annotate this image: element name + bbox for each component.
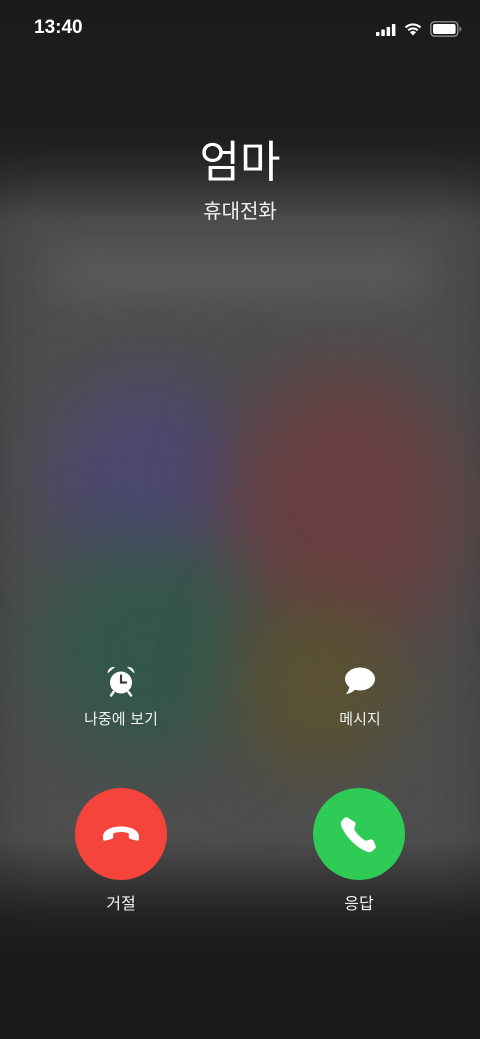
message-bubble-icon	[345, 667, 375, 694]
message-button[interactable]: 메시지	[280, 664, 440, 729]
status-bar: 13:40	[0, 0, 480, 60]
decline-label: 거절	[106, 894, 136, 913]
wifi-icon	[404, 23, 422, 36]
decline-button[interactable]	[75, 788, 167, 880]
phone-hangup-icon	[103, 826, 139, 841]
status-time: 13:40	[34, 17, 83, 38]
alarm-clock-icon	[107, 666, 135, 697]
accept-button[interactable]	[313, 788, 405, 880]
accept-label: 응답	[344, 894, 374, 913]
cellular-signal-icon	[376, 24, 396, 36]
battery-full-icon	[430, 21, 462, 37]
remind-me-button[interactable]: 나중에 보기	[41, 664, 201, 729]
caller-name: 엄마	[199, 137, 281, 188]
incoming-call-screen: 13:40 엄마 휴대전화 나중에 보기 메시지 거절 응답	[0, 0, 480, 1039]
message-label: 메시지	[339, 710, 381, 728]
phone-icon	[340, 817, 376, 853]
accept-call-action: 응답	[299, 788, 419, 914]
remind-me-label: 나중에 보기	[84, 710, 158, 728]
decline-call-action: 거절	[61, 788, 181, 914]
caller-number-label: 휴대전화	[203, 199, 277, 223]
